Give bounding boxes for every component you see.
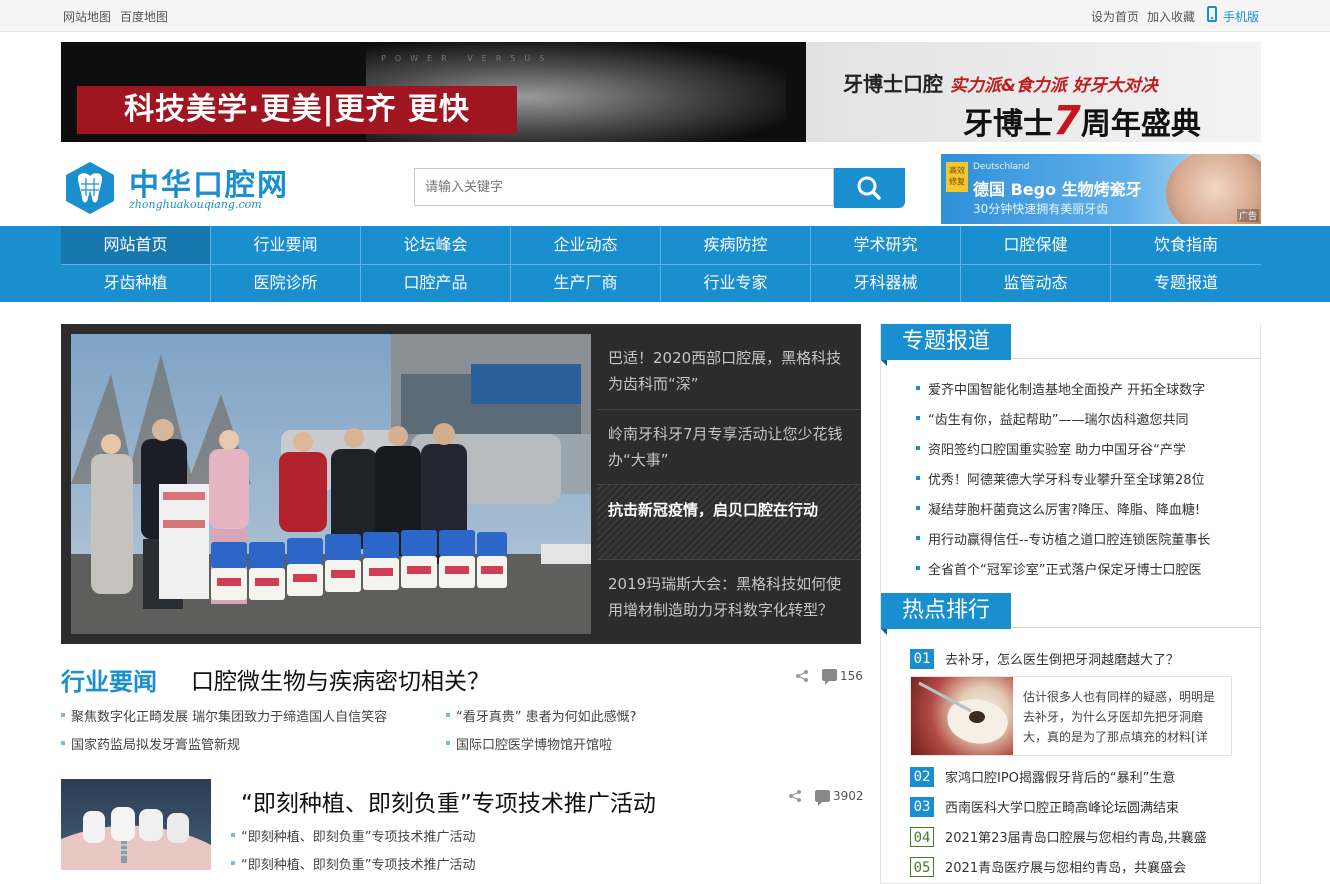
top-banner-ad[interactable]: POWER VERSUS 科技美学·更美|更齐 更快 牙博士口腔 实力派&食力派… (61, 42, 1261, 142)
main-nav: 网站首页 行业要闻 论坛峰会 企业动态 疾病防控 学术研究 口腔保健 饮食指南 … (0, 226, 1330, 302)
nav-industry-news[interactable]: 行业要闻 (211, 226, 361, 264)
news2-link-1[interactable]: “即刻种植、即刻负重”专项技术推广活动 (231, 826, 475, 845)
special-item-3[interactable]: 资阳签约口腔国重实验室 助力中国牙谷“产学 (910, 439, 1250, 458)
ad-title: 德国 Bego 生物烤瓷牙 (973, 180, 1142, 199)
nav-instruments[interactable]: 牙科器械 (811, 264, 961, 302)
rank-number-3: 03 (910, 797, 934, 817)
nav-products[interactable]: 口腔产品 (361, 264, 511, 302)
slider-item-4[interactable]: 2019玛瑞斯大会：黑格科技如何使用增材制造助力牙科数字化转型？ (597, 560, 861, 634)
news-headline[interactable]: 口腔微生物与疾病密切相关？ (191, 662, 490, 696)
site-map-link[interactable]: 网站地图 (63, 8, 111, 25)
ad-mark: 广告 (1236, 209, 1259, 222)
rank-number-1: 01 (910, 649, 934, 669)
news2-headline[interactable]: “即刻种植、即刻负重”专项技术推广活动 (241, 784, 656, 818)
news-link-2[interactable]: “看牙真贵” 患者为何如此感慨? (446, 706, 637, 725)
slider-photo[interactable] (71, 334, 591, 634)
set-homepage-link[interactable]: 设为首页 (1091, 8, 1139, 25)
nav-academic[interactable]: 学术研究 (811, 226, 961, 264)
special-item-7[interactable]: 全省首个“冠军诊室”正式落户保定牙博士口腔医 (910, 559, 1250, 578)
nav-experts[interactable]: 行业专家 (661, 264, 811, 302)
special-reports-tab[interactable]: 专题报道 (881, 324, 1012, 366)
nav-company-news[interactable]: 企业动态 (511, 226, 661, 264)
comment-icon (822, 669, 837, 685)
comment-count: 156 (840, 669, 863, 683)
special-item-4[interactable]: 优秀！阿德莱德大学牙科专业攀升至全球第28位 (910, 469, 1250, 488)
banner-slogan: 科技美学·更美|更齐 更快 (77, 86, 517, 134)
tooth-logo-icon[interactable] (61, 160, 119, 216)
search-input[interactable] (414, 168, 834, 206)
special-item-5[interactable]: 凝结芽胞杆菌竟这么厉害?降压、降脂、降血糖! (910, 499, 1250, 518)
add-favorite-link[interactable]: 加入收藏 (1147, 8, 1195, 25)
special-item-2[interactable]: “齿生有你，益起帮助”——瑞尔齿科邀您共同 (910, 409, 1250, 428)
nav-implants[interactable]: 牙齿种植 (61, 264, 211, 302)
nav-home[interactable]: 网站首页 (61, 226, 211, 264)
slider-item-3-active[interactable]: 抗击新冠疫情，启贝口腔在行动 (597, 485, 861, 560)
news-link-4[interactable]: 国际口腔医学博物馆开馆啦 (446, 734, 612, 753)
share-icon[interactable] (795, 669, 809, 683)
hot-item-summary: 估计很多人也有同样的疑惑，明明是去补牙，为什么牙医却先把牙洞磨大，真的是为了那点… (1023, 690, 1216, 744)
hot-item-detail[interactable]: 估计很多人也有同样的疑惑，明明是去补牙，为什么牙医却先把牙洞磨大，真的是为了那点… (910, 676, 1232, 756)
nav-special-reports[interactable]: 专题报道 (1111, 264, 1261, 302)
nav-disease-control[interactable]: 疾病防控 (661, 226, 811, 264)
nav-oral-care[interactable]: 口腔保健 (961, 226, 1111, 264)
comment-icon-2 (815, 790, 830, 806)
news-link-3[interactable]: 国家药监局拟发牙膏监管新规 (61, 734, 240, 753)
banner-power-text: POWER VERSUS (381, 54, 554, 63)
top-bar: 网站地图 百度地图 设为首页 加入收藏 手机版 (0, 0, 1330, 32)
site-logo-domain: zhonghuakouqiang.com (129, 198, 262, 211)
hot-item-1[interactable]: 去补牙，怎么医生倒把牙洞越磨越大了？ (945, 649, 1179, 668)
news-slider: 巴适！2020西部口腔展，黑格科技为齿科而“深” 岭南牙科牙7月专享活动让您少花… (61, 324, 861, 644)
ad-subtitle: 30分钟快速拥有美丽牙齿 (973, 202, 1109, 216)
mobile-version-link[interactable]: 手机版 (1223, 8, 1259, 25)
comment-count-2: 3902 (833, 789, 864, 803)
implant-thumbnail[interactable] (61, 779, 211, 870)
nav-forum[interactable]: 论坛峰会 (361, 226, 511, 264)
news2-link-2[interactable]: “即刻种植、即刻负重”专项技术推广活动 (231, 854, 475, 873)
rank-number-4: 04 (910, 827, 934, 847)
hot-ranking-tab[interactable]: 热点排行 (881, 593, 1012, 635)
ad-tag: 高效 修复 (946, 162, 968, 192)
hot-item-5[interactable]: 2021青岛医疗展与您相约青岛，共襄盛会 (945, 857, 1186, 876)
search-button[interactable] (834, 168, 905, 208)
industry-news-label[interactable]: 行业要闻 (61, 662, 157, 697)
special-item-1[interactable]: 爱齐中国智能化制造基地全面投产 开拓全球数字 (910, 379, 1250, 398)
nav-manufacturers[interactable]: 生产厂商 (511, 264, 661, 302)
banner-brand: 牙博士口腔 实力派&食力派 好牙大对决 (843, 72, 1158, 96)
rank-number-5: 05 (910, 857, 934, 877)
hot-item-2[interactable]: 家鸿口腔IPO揭露假牙背后的“暴利”生意 (945, 767, 1175, 786)
mobile-phone-icon (1207, 6, 1217, 22)
baidu-map-link[interactable]: 百度地图 (120, 8, 168, 25)
search-icon (857, 176, 881, 200)
banner-brand-slogan: 实力派&食力派 好牙大对决 (949, 76, 1158, 96)
nav-hospitals[interactable]: 医院诊所 (211, 264, 361, 302)
nav-regulation[interactable]: 监管动态 (961, 264, 1111, 302)
hot-item-image (911, 677, 1013, 755)
bego-ad[interactable]: 高效 修复 Deutschland 德国 Bego 生物烤瓷牙 30分钟快速拥有… (941, 154, 1261, 224)
ad-country: Deutschland (973, 162, 1030, 172)
hot-item-3[interactable]: 西南医科大学口腔正畸高峰论坛圆满结束 (945, 797, 1179, 816)
slider-item-2[interactable]: 岭南牙科牙7月专享活动让您少花钱办“大事” (597, 410, 861, 485)
rank-number-2: 02 (910, 767, 934, 787)
banner-anniversary: 牙博士7周年盛典 (963, 98, 1201, 142)
hot-item-4[interactable]: 2021第23届青岛口腔展与您相约青岛,共襄盛 (945, 827, 1207, 846)
nav-diet-guide[interactable]: 饮食指南 (1111, 226, 1261, 264)
special-item-6[interactable]: 用行动赢得信任--专访植之道口腔连锁医院董事长 (910, 529, 1250, 548)
slider-item-1[interactable]: 巴适！2020西部口腔展，黑格科技为齿科而“深” (597, 334, 861, 410)
share-icon-2[interactable] (788, 789, 802, 803)
news-link-1[interactable]: 聚焦数字化正畸发展 瑞尔集团致力于缔造国人自信笑容 (61, 706, 387, 725)
